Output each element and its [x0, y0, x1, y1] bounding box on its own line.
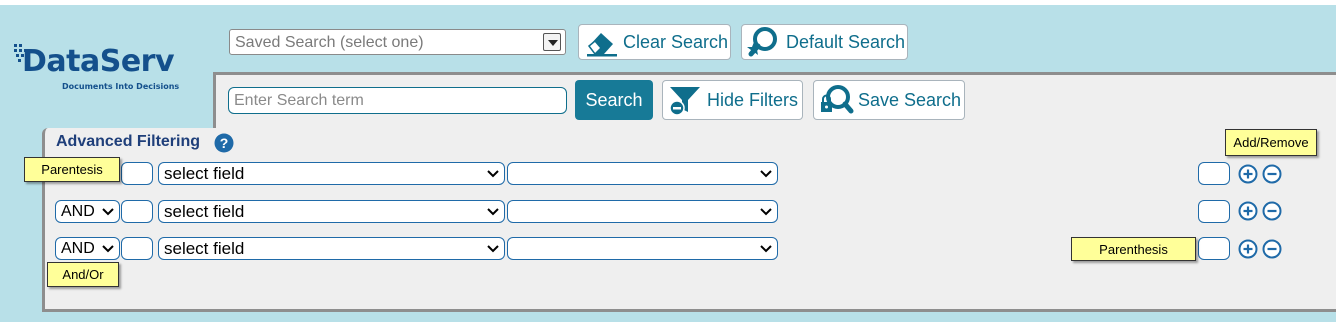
chevron-down-icon — [102, 245, 114, 253]
search-input[interactable]: Enter Search term — [228, 87, 567, 114]
field-select-3-value: select field — [164, 239, 245, 258]
advanced-filtering-title: Advanced Filtering — [56, 133, 201, 150]
minus-circle-icon — [1262, 164, 1282, 184]
search-button[interactable]: Search — [575, 80, 653, 120]
minus-circle-icon — [1262, 239, 1282, 259]
operator-select-3[interactable] — [507, 237, 778, 260]
chevron-down-icon — [760, 208, 772, 216]
hide-filters-label: Hide Filters — [707, 89, 799, 110]
open-paren-input-3[interactable] — [121, 237, 153, 260]
chevron-down-icon — [487, 245, 499, 253]
add-remove-controls-2[interactable] — [1238, 200, 1284, 222]
connector-select-3-value: AND — [61, 240, 95, 257]
search-placeholder: Enter Search term — [234, 92, 364, 109]
search-star-icon — [747, 27, 777, 57]
eraser-icon — [587, 33, 617, 57]
field-select-1[interactable]: select field — [158, 162, 505, 185]
search-button-label: Search — [585, 89, 643, 110]
logo-tagline: Documents Into Decisions — [62, 82, 180, 91]
tooltip-add-remove: Add/Remove — [1225, 129, 1317, 156]
chevron-down-icon — [102, 208, 114, 216]
close-paren-input-3[interactable] — [1198, 237, 1230, 260]
default-search-button[interactable]: Default Search — [741, 24, 908, 60]
tooltip-parenthesis: Parenthesis — [1071, 237, 1196, 261]
svg-text:?: ? — [220, 135, 229, 151]
tooltip-parentesis: Parentesis — [24, 157, 120, 182]
save-search-label: Save Search — [858, 89, 962, 110]
add-remove-controls-1[interactable] — [1238, 163, 1284, 185]
chevron-down-icon — [487, 208, 499, 216]
saved-search-select[interactable]: Saved Search (select one) — [229, 29, 566, 55]
field-select-2[interactable]: select field — [158, 200, 505, 223]
field-select-2-value: select field — [164, 202, 245, 221]
default-search-label: Default Search — [786, 31, 906, 52]
logo-wordmark: DataServ — [22, 44, 175, 79]
dataserv-logo: DataServ Documents Into Decisions — [12, 40, 212, 100]
top-strip — [0, 0, 1336, 5]
plus-circle-icon — [1238, 239, 1258, 259]
tooltip-and-or: And/Or — [47, 262, 119, 287]
help-icon[interactable]: ? — [214, 133, 234, 153]
plus-circle-icon — [1238, 201, 1258, 221]
dropdown-arrow-icon[interactable] — [543, 33, 561, 51]
close-paren-input-2[interactable] — [1198, 200, 1230, 223]
chevron-down-icon — [760, 245, 772, 253]
search-lock-icon — [821, 85, 854, 114]
close-paren-input-1[interactable] — [1198, 162, 1230, 185]
open-paren-input-2[interactable] — [121, 200, 153, 223]
clear-search-button[interactable]: Clear Search — [578, 24, 731, 60]
add-remove-controls-3[interactable] — [1238, 238, 1284, 260]
field-select-3[interactable]: select field — [158, 237, 505, 260]
connector-select-2[interactable]: AND — [55, 200, 120, 223]
saved-search-placeholder: Saved Search (select one) — [235, 34, 424, 51]
chevron-down-icon — [487, 170, 499, 178]
connector-select-2-value: AND — [61, 203, 95, 220]
minus-circle-icon — [1262, 201, 1282, 221]
operator-select-1[interactable] — [507, 162, 778, 185]
funnel-minus-icon — [669, 87, 700, 116]
plus-circle-icon — [1238, 164, 1258, 184]
field-select-1-value: select field — [164, 164, 245, 183]
clear-search-label: Clear Search — [623, 31, 729, 52]
chevron-down-icon — [760, 170, 772, 178]
open-paren-input-1[interactable] — [121, 162, 153, 185]
hide-filters-button[interactable]: Hide Filters — [662, 80, 803, 120]
connector-select-3[interactable]: AND — [55, 237, 120, 260]
operator-select-2[interactable] — [507, 200, 778, 223]
save-search-button[interactable]: Save Search — [813, 80, 965, 120]
